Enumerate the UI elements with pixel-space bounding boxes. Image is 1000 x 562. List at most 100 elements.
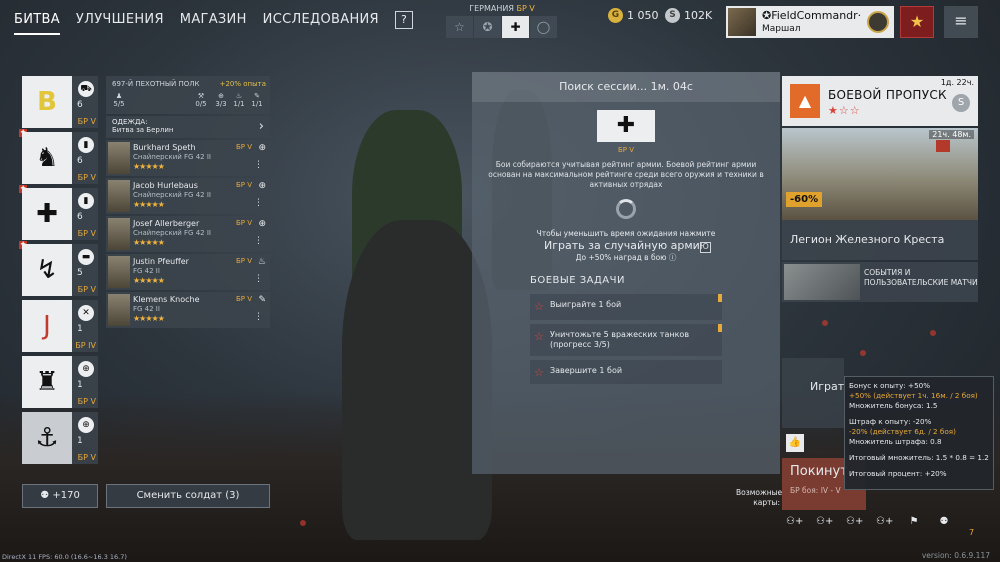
ember-1	[822, 320, 828, 326]
soldier-name: Jacob Hurlebaus	[133, 181, 198, 190]
fps-counter: DirectX 11 FPS: 60.0 (16.6~16.3 16.7)	[2, 553, 127, 561]
rank-star-button[interactable]: ★	[900, 6, 934, 38]
soldier-row[interactable]: Klemens Knoche FG 42 II ★★★★★ БР V ✎ ⋮	[106, 292, 270, 328]
squad-card[interactable]: ⚓ ⊕ 1 БР V	[22, 412, 98, 464]
soldier-row[interactable]: Justin Pfeuffer FG 42 II ★★★★★ БР V ♨ ⋮	[106, 254, 270, 290]
task-item[interactable]: ☆ Уничтожьте 5 вражеских танков (прогрес…	[530, 324, 722, 356]
soldier-row[interactable]: Burkhard Speth Снайперский FG 42 II ★★★★…	[106, 140, 270, 176]
nation-tab-4-icon[interactable]: ◯	[530, 16, 557, 38]
flag-icon[interactable]: ⚑	[906, 516, 922, 527]
squad-count: 5	[77, 268, 83, 278]
bp-timer: 1д. 22ч.	[940, 78, 974, 87]
soldier-stars: ★★★★★	[133, 200, 165, 209]
tab-upgrades[interactable]: УЛУЧШЕНИЯ	[76, 12, 164, 35]
nation-tab-2-icon[interactable]: ✪	[474, 16, 501, 38]
stat-value: 3/3	[215, 100, 227, 108]
crosshair-icon: ⊕	[258, 143, 266, 153]
reward-bonus: До +50% наград в бою ⓘ	[472, 252, 780, 263]
silver-coin-icon: S	[952, 94, 970, 112]
profile-name: ✪FieldCommandr·	[762, 9, 862, 22]
squad-header: 697-Й ПЕХОТНЫЙ ПОЛК +20% опыта ♟ 5/5 ⚒ 0/5…	[106, 76, 270, 114]
events-button[interactable]: СОБЫТИЯ И ПОЛЬЗОВАТЕЛЬСКИЕ МАТЧИ	[782, 262, 978, 302]
squad-card[interactable]: J ✕ 1 БР IV	[22, 300, 98, 352]
tab-battle[interactable]: БИТВА	[14, 12, 60, 35]
crosshair-icon: ⊕	[258, 181, 266, 191]
add-friend-icon[interactable]: ⚇+	[786, 516, 803, 527]
battle-pass-card[interactable]: 1д. 22ч. ▲ БОЕВОЙ ПРОПУСК ★☆☆ S	[782, 76, 978, 126]
gold-currency[interactable]: G 1 050	[608, 8, 659, 23]
wrench-icon: ✎	[254, 92, 260, 100]
soldier-name: Burkhard Speth	[133, 143, 196, 152]
more-icon[interactable]: ⋮	[254, 160, 263, 170]
more-icon[interactable]: ⋮	[254, 198, 263, 208]
soldier-row[interactable]: Jacob Hurlebaus Снайперский FG 42 II ★★★…	[106, 178, 270, 214]
soldier-portrait	[108, 180, 130, 212]
friends-button[interactable]: ⚉ +170	[22, 484, 98, 508]
tab-research[interactable]: ИССЛЕДОВАНИЯ	[263, 12, 379, 35]
nation-tab-germany-icon[interactable]: ✚	[502, 16, 529, 38]
tooltip-line: Итоговый процент: +20%	[849, 469, 947, 478]
friends-count: +170	[52, 490, 80, 501]
squad-emblem: ↯	[22, 244, 72, 296]
squad-card[interactable]: ♜ ⊕ 1 БР V	[22, 356, 98, 408]
squad-detail-panel: 697-Й ПЕХОТНЫЙ ПОЛК +20% опыта ♟ 5/5 ⚒ 0/5…	[106, 76, 270, 328]
task-item[interactable]: ☆ Завершите 1 бой	[530, 360, 722, 384]
soldier-name: Klemens Knoche	[133, 295, 200, 304]
crosshair-icon: ⊕	[78, 361, 94, 377]
squad-emblem: ✚	[22, 188, 72, 240]
task-progress-marker	[718, 294, 722, 302]
bp-title: БОЕВОЙ ПРОПУСК	[828, 88, 947, 102]
squad-card[interactable]: ✚ ✚ ▮ 6 БР V	[19, 185, 98, 240]
squad-card[interactable]: B ⛟ 6 БР V	[22, 76, 98, 128]
squad-stat-wrench: ✎ 1/1	[246, 92, 268, 108]
soldier-class: Снайперский FG 42 II	[133, 191, 211, 199]
promo-banner[interactable]: 21ч. 48м. -60%	[782, 128, 978, 220]
soldier-portrait	[108, 218, 130, 250]
change-soldier-button[interactable]: Сменить солдат (3)	[106, 484, 270, 508]
soldier-row[interactable]: Josef Allerberger Снайперский FG 42 II ★…	[106, 216, 270, 252]
add-friend-icon[interactable]: ⚇+	[876, 516, 893, 527]
more-icon[interactable]: ⋮	[254, 312, 263, 322]
tab-shop[interactable]: МАГАЗИН	[180, 12, 247, 35]
soldier-br: БР V	[235, 295, 252, 303]
task-item[interactable]: ☆ Выиграйте 1 бой	[530, 294, 722, 320]
ember-2	[860, 350, 866, 356]
profile-card[interactable]: ✪FieldCommandr· Маршал	[726, 6, 894, 38]
squad-count: 6	[77, 156, 83, 166]
silver-coin-icon: S	[665, 8, 680, 23]
soldier-class: FG 42 II	[133, 267, 160, 275]
rank-badge-icon	[936, 140, 950, 152]
squad-icon[interactable]: ⚉	[936, 516, 952, 527]
stat-value: 0/5	[195, 100, 207, 108]
tooltip-line: -20% (действует 6д. / 2 боя)	[849, 427, 956, 436]
soldier-icon: ♟	[115, 92, 123, 100]
more-icon[interactable]: ⋮	[254, 274, 263, 284]
tooltip-line: Штраф к опыту: -20%	[849, 417, 932, 426]
bp-stars: ★☆☆	[828, 104, 861, 117]
tooltip-line: Итоговый множитель: 1.5 * 0.8 = 1.2	[849, 453, 989, 462]
nation-label: ГЕРМАНИЯ	[469, 4, 514, 13]
session-title: Поиск сессии... 1м. 04с	[472, 72, 780, 102]
help-button[interactable]: ?	[394, 11, 413, 29]
silver-currency[interactable]: S 102K	[665, 8, 712, 23]
play-button[interactable]: Играт	[782, 358, 844, 428]
squad-card[interactable]: ✚ ♞ ▮ 6 БР V	[19, 129, 98, 184]
squad-br: БР V	[77, 453, 96, 462]
menu-button[interactable]: ≡	[944, 6, 978, 38]
info-icon[interactable]: ⓘ	[669, 253, 677, 262]
add-friend-icon[interactable]: ⚇+	[816, 516, 833, 527]
tasks-heading: БОЕВЫЕ ЗАДАЧИ	[530, 275, 625, 286]
squad-count: 1	[77, 436, 83, 446]
soldier-stars: ★★★★★	[133, 314, 165, 323]
star-icon: ★	[909, 12, 925, 31]
session-search-panel: Поиск сессии... 1м. 04с ✚ БР V Бои собир…	[472, 72, 780, 474]
thumbs-up-icon[interactable]: 👍	[786, 434, 804, 452]
more-icon[interactable]: ⋮	[254, 236, 263, 246]
squad-count: 1	[77, 324, 83, 334]
ember-4	[300, 520, 306, 526]
add-friend-icon[interactable]: ⚇+	[846, 516, 863, 527]
squad-card[interactable]: ✚ ↯ ▬ 5 БР V	[19, 241, 98, 296]
outfit-selector[interactable]: ОДЕЖДА: Битва за Берлин ›	[106, 116, 270, 138]
promo-title[interactable]: Легион Железного Креста	[782, 220, 978, 260]
nation-tab-1-icon[interactable]: ☆	[446, 16, 473, 38]
